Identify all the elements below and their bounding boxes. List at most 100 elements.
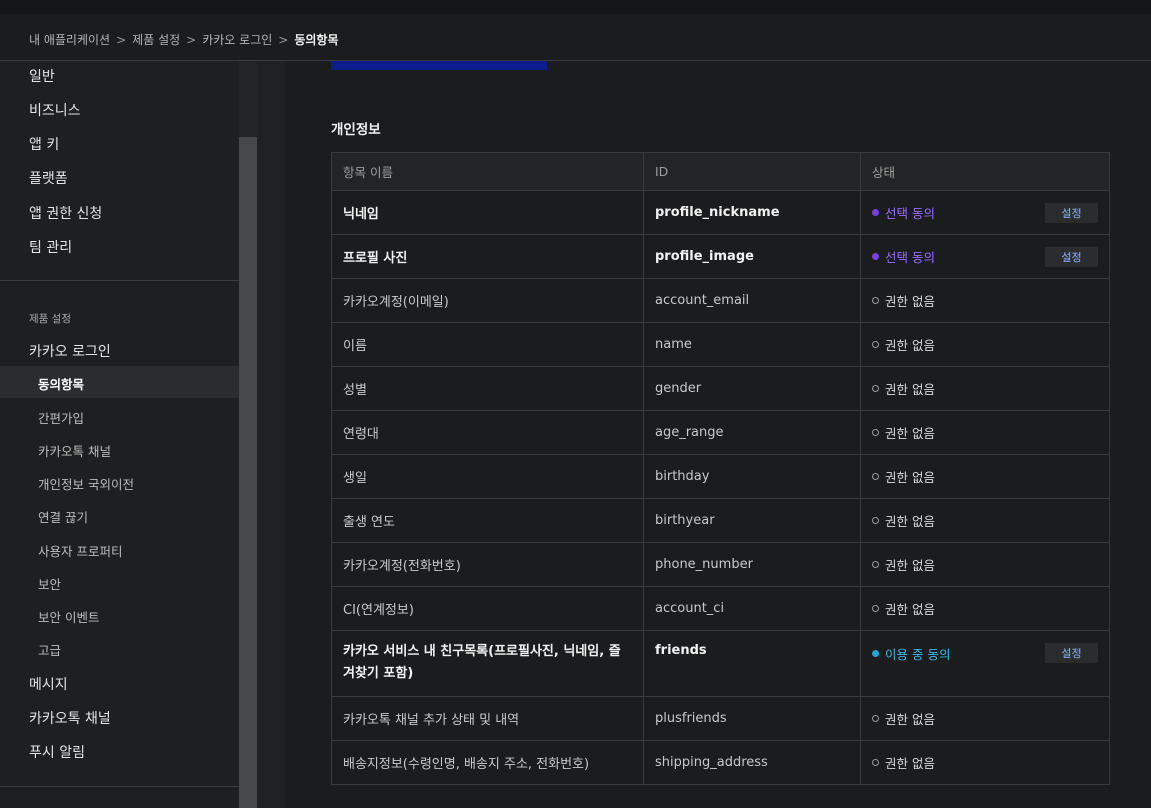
status-badge: 권한 없음	[872, 511, 1098, 530]
status-dot-icon	[872, 209, 879, 216]
row-status-cell: 권한 없음	[860, 278, 1110, 323]
sidebar-subitem-overseas-transfer[interactable]: 개인정보 국외이전	[38, 474, 134, 493]
row-name: 카카오계정(이메일)	[331, 278, 644, 323]
status-badge: 권한 없음	[872, 291, 1098, 310]
sidebar-item-kakao-login[interactable]: 카카오 로그인	[29, 341, 111, 361]
row-status-cell: 권한 없음	[860, 498, 1110, 543]
sidebar-scrollbar-thumb[interactable]	[239, 137, 257, 808]
setting-button[interactable]: 설정	[1045, 643, 1098, 663]
row-id: birthyear	[643, 498, 861, 543]
row-id: birthday	[643, 454, 861, 499]
breadcrumb-current: 동의항목	[294, 33, 339, 47]
sidebar-subitem-unlink[interactable]: 연결 끊기	[38, 507, 88, 526]
row-id: plusfriends	[643, 696, 861, 741]
status-dot-icon	[872, 561, 879, 568]
status-badge: 권한 없음	[872, 423, 1098, 442]
sidebar-subitem-security[interactable]: 보안	[38, 574, 61, 593]
column-header-id: ID	[643, 152, 861, 191]
setting-button[interactable]: 설정	[1045, 202, 1098, 223]
section-title: 개인정보	[331, 122, 381, 138]
sidebar-item-general[interactable]: 일반	[29, 66, 55, 86]
row-status-cell: 권한 없음	[860, 586, 1110, 631]
breadcrumb-bar: 내 애플리케이션 > 제품 설정 > 카카오 로그인 > 동의항목	[0, 14, 1151, 61]
consent-table: 항목 이름 ID 상태 닉네임 profile_nickname 선택 동의 설…	[331, 152, 1110, 785]
table-row: 카카오계정(이메일) account_email 권한 없음	[331, 278, 1110, 323]
sidebar-subitem-consent[interactable]: 동의항목	[38, 374, 84, 393]
sidebar-subitem-simple-signup[interactable]: 간편가입	[38, 408, 84, 427]
row-status-cell: 선택 동의 설정	[860, 190, 1110, 235]
sidebar-section-label: 제품 설정	[29, 313, 71, 325]
sidebar-subitem-user-property[interactable]: 사용자 프로퍼티	[38, 541, 122, 560]
row-status-cell: 권한 없음	[860, 454, 1110, 499]
status-badge: 선택 동의	[872, 203, 935, 222]
sidebar-subitem-kakaotalk-channel[interactable]: 카카오톡 채널	[38, 441, 111, 460]
primary-action-button[interactable]	[331, 61, 547, 70]
sidebar-item-kakaotalk-channel[interactable]: 카카오톡 채널	[29, 708, 111, 728]
status-dot-icon	[872, 341, 879, 348]
sidebar-item-push[interactable]: 푸시 알림	[29, 742, 85, 762]
main-content: 개인정보 항목 이름 ID 상태 닉네임 profile_nickname 선택…	[285, 61, 1151, 808]
status-dot-icon	[872, 517, 879, 524]
status-dot-icon	[872, 473, 879, 480]
table-row: 배송지정보(수령인명, 배송지 주소, 전화번호) shipping_addre…	[331, 740, 1110, 785]
row-name: 연령대	[331, 410, 644, 455]
row-name: 이름	[331, 322, 644, 367]
sidebar-item-app-permission[interactable]: 앱 권한 신청	[29, 203, 102, 223]
breadcrumb-separator: >	[278, 32, 289, 47]
sidebar-subitem-security-event[interactable]: 보안 이벤트	[38, 607, 99, 626]
table-row: 프로필 사진 profile_image 선택 동의 설정	[331, 234, 1110, 279]
status-dot-icon	[872, 649, 879, 657]
setting-button[interactable]: 설정	[1045, 246, 1098, 267]
row-id: name	[643, 322, 861, 367]
sidebar-item-platform[interactable]: 플랫폼	[29, 168, 68, 188]
row-name: 생일	[331, 454, 644, 499]
row-name: 출생 연도	[331, 498, 644, 543]
status-badge: 권한 없음	[872, 335, 1098, 354]
sidebar-divider	[0, 786, 239, 787]
breadcrumb-link-kakao-login[interactable]: 카카오 로그인	[202, 31, 272, 48]
status-badge: 권한 없음	[872, 555, 1098, 574]
row-id: profile_image	[643, 234, 861, 279]
row-status-cell: 권한 없음	[860, 696, 1110, 741]
row-id: profile_nickname	[643, 190, 861, 235]
content-gutter	[257, 61, 285, 808]
row-name: CI(연계정보)	[331, 586, 644, 631]
status-badge: 권한 없음	[872, 709, 1098, 728]
window-top-strip	[0, 0, 1151, 14]
breadcrumb-separator: >	[186, 32, 197, 47]
status-dot-icon	[872, 253, 879, 260]
sidebar-subitem-advanced[interactable]: 고급	[38, 640, 61, 659]
table-row: 출생 연도 birthyear 권한 없음	[331, 498, 1110, 543]
sidebar-item-team[interactable]: 팀 관리	[29, 237, 72, 257]
column-header-name: 항목 이름	[331, 152, 644, 191]
row-status-cell: 이용 중 동의 설정	[860, 630, 1110, 697]
breadcrumb: 내 애플리케이션 > 제품 설정 > 카카오 로그인 > 동의항목	[29, 31, 339, 48]
column-header-status: 상태	[860, 152, 1110, 191]
row-name: 카카오 서비스 내 친구목록(프로필사진, 닉네임, 즐겨찾기 포함)	[331, 630, 644, 697]
table-row: 닉네임 profile_nickname 선택 동의 설정	[331, 190, 1110, 235]
status-badge: 선택 동의	[872, 247, 935, 266]
sidebar-item-business[interactable]: 비즈니스	[29, 100, 81, 120]
row-id: shipping_address	[643, 740, 861, 785]
status-badge: 권한 없음	[872, 599, 1098, 618]
sidebar-active-highlight	[0, 366, 239, 398]
row-status-cell: 선택 동의 설정	[860, 234, 1110, 279]
breadcrumb-separator: >	[116, 32, 127, 47]
table-row: 카카오계정(전화번호) phone_number 권한 없음	[331, 542, 1110, 587]
row-status-cell: 권한 없음	[860, 542, 1110, 587]
status-dot-icon	[872, 605, 879, 612]
breadcrumb-link-my-apps[interactable]: 내 애플리케이션	[29, 31, 110, 48]
breadcrumb-link-product-settings[interactable]: 제품 설정	[132, 31, 180, 48]
row-id: account_ci	[643, 586, 861, 631]
row-status-cell: 권한 없음	[860, 740, 1110, 785]
status-dot-icon	[872, 385, 879, 392]
table-row: 카카오 서비스 내 친구목록(프로필사진, 닉네임, 즐겨찾기 포함) frie…	[331, 630, 1110, 697]
sidebar-item-message[interactable]: 메시지	[29, 674, 68, 694]
sidebar-divider	[0, 280, 239, 281]
sidebar-item-app-keys[interactable]: 앱 키	[29, 134, 59, 154]
row-id: gender	[643, 366, 861, 411]
table-row: 이름 name 권한 없음	[331, 322, 1110, 367]
status-badge: 권한 없음	[872, 753, 1098, 772]
row-name: 배송지정보(수령인명, 배송지 주소, 전화번호)	[331, 740, 644, 785]
row-id: age_range	[643, 410, 861, 455]
